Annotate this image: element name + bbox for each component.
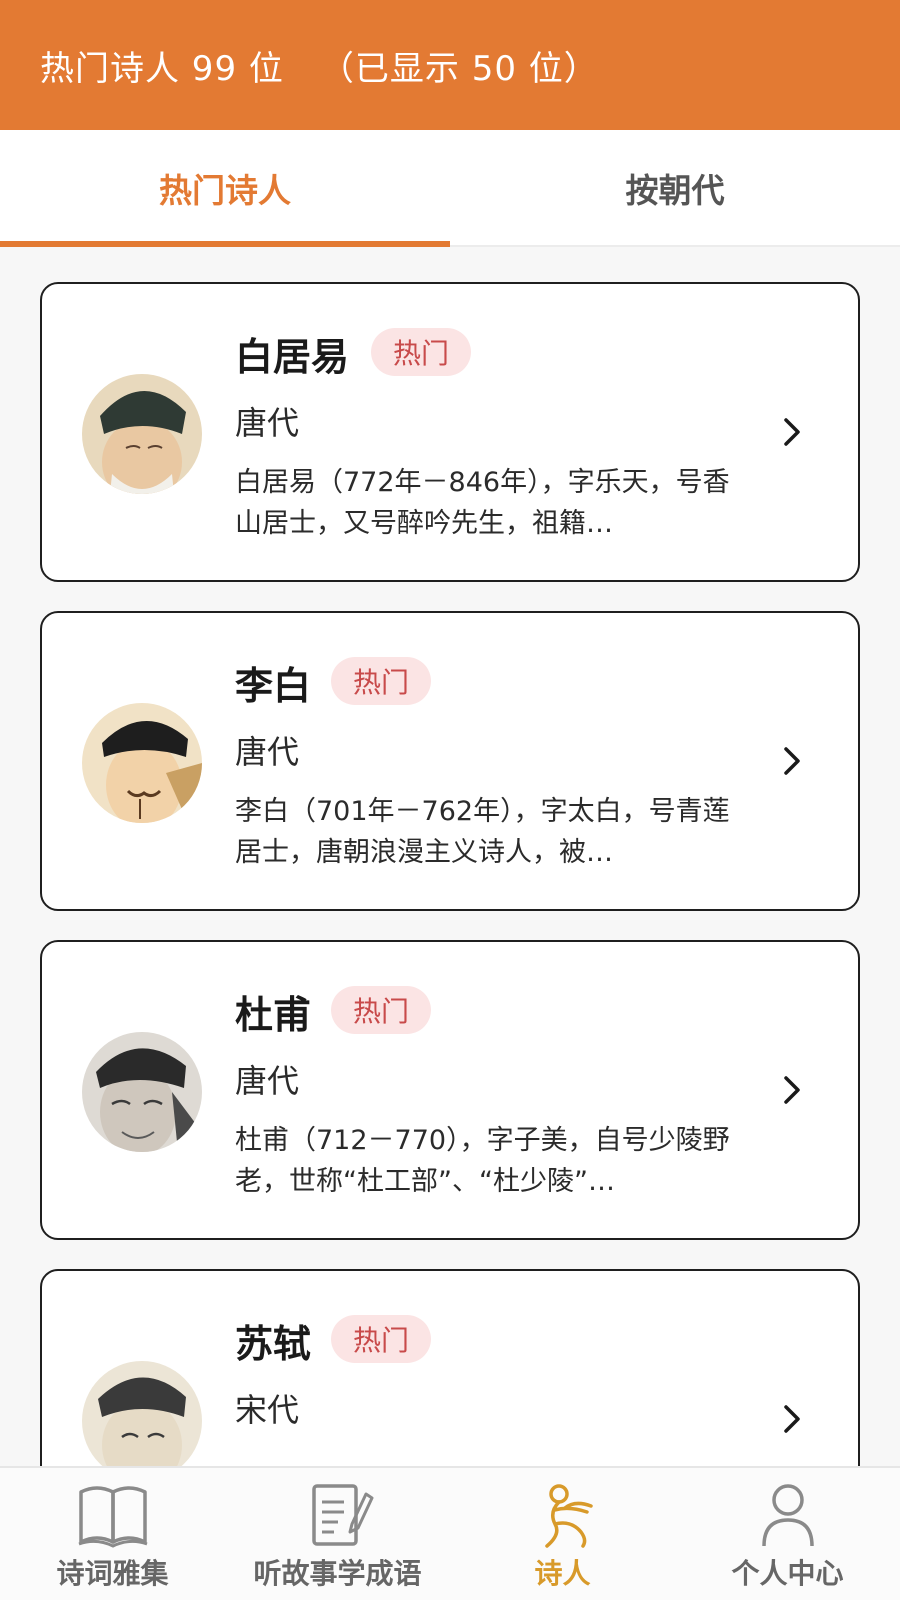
tab-hot-poets[interactable]: 热门诗人 [0,130,450,247]
poet-count-title: 热门诗人 99 位 [40,48,284,89]
poet-dynasty: 唐代 [235,733,300,771]
poet-list[interactable]: 白居易 热门 唐代 白居易（772年－846年），字乐天，号香山居士，又号醉吟先… [0,249,900,1466]
poet-description: 李白（701年－762年），字太白，号青莲居士，唐朝浪漫主义诗人，被… [235,796,730,868]
nav-label: 个人中心 [731,1557,844,1590]
nav-label: 诗人 [534,1557,591,1590]
poet-dynasty: 唐代 [235,404,300,442]
chevron-right-icon [784,418,800,446]
person-icon [761,1484,814,1547]
nav-idiom-stories[interactable]: 听故事学成语 [225,1468,450,1600]
poet-dynasty: 宋代 [235,1391,300,1429]
nav-profile[interactable]: 个人中心 [675,1468,900,1600]
hot-badge: 热门 [331,657,431,705]
poet-name: 白居易 [235,335,350,379]
nav-poetry-collection[interactable]: 诗词雅集 [0,1468,225,1600]
poet-name: 杜甫 [235,993,312,1037]
hot-badge: 热门 [331,1315,431,1363]
tab-by-dynasty[interactable]: 按朝代 [450,130,900,245]
poet-description: 杜甫（712－770），字子美，自号少陵野老，世称“杜工部”、“杜少陵”… [235,1125,730,1197]
poet-icon [544,1484,593,1548]
poet-card-bai-juyi[interactable]: 白居易 热门 唐代 白居易（772年－846年），字乐天，号香山居士，又号醉吟先… [40,282,860,582]
nav-label: 诗词雅集 [56,1557,169,1590]
poet-avatar [82,703,202,823]
hot-badge: 热门 [331,986,431,1034]
shown-count: （已显示 50 位） [319,48,599,89]
poet-card-li-bai[interactable]: 李白 热门 唐代 李白（701年－762年），字太白，号青莲居士，唐朝浪漫主义诗… [40,611,860,911]
hot-badge: 热门 [371,328,471,376]
poet-avatar [82,1361,202,1466]
nav-label: 听故事学成语 [253,1557,422,1590]
book-icon [78,1486,147,1548]
poet-avatar [82,374,202,494]
bottom-nav-bar: 诗词雅集 听故事学成语 诗人 个人中心 [0,1466,900,1600]
poet-card-du-fu[interactable]: 杜甫 热门 唐代 杜甫（712－770），字子美，自号少陵野老，世称“杜工部”、… [40,940,860,1240]
top-bar: 热门诗人 99 位 （已显示 50 位） [0,0,900,130]
notepad-icon [311,1484,373,1546]
poet-name: 苏轼 [235,1322,312,1366]
poet-dynasty: 唐代 [235,1062,300,1100]
poet-card-su-shi[interactable]: 苏轼 热门 宋代 [40,1269,860,1466]
nav-poets[interactable]: 诗人 [450,1468,675,1600]
poet-avatar [82,1032,202,1152]
poet-description: 白居易（772年－846年），字乐天，号香山居士，又号醉吟先生，祖籍… [235,467,730,539]
poet-name: 李白 [235,664,312,708]
chevron-right-icon [784,1076,800,1104]
chevron-right-icon [784,1405,800,1433]
chevron-right-icon [784,747,800,775]
tab-bar: 热门诗人 按朝代 [0,130,900,247]
